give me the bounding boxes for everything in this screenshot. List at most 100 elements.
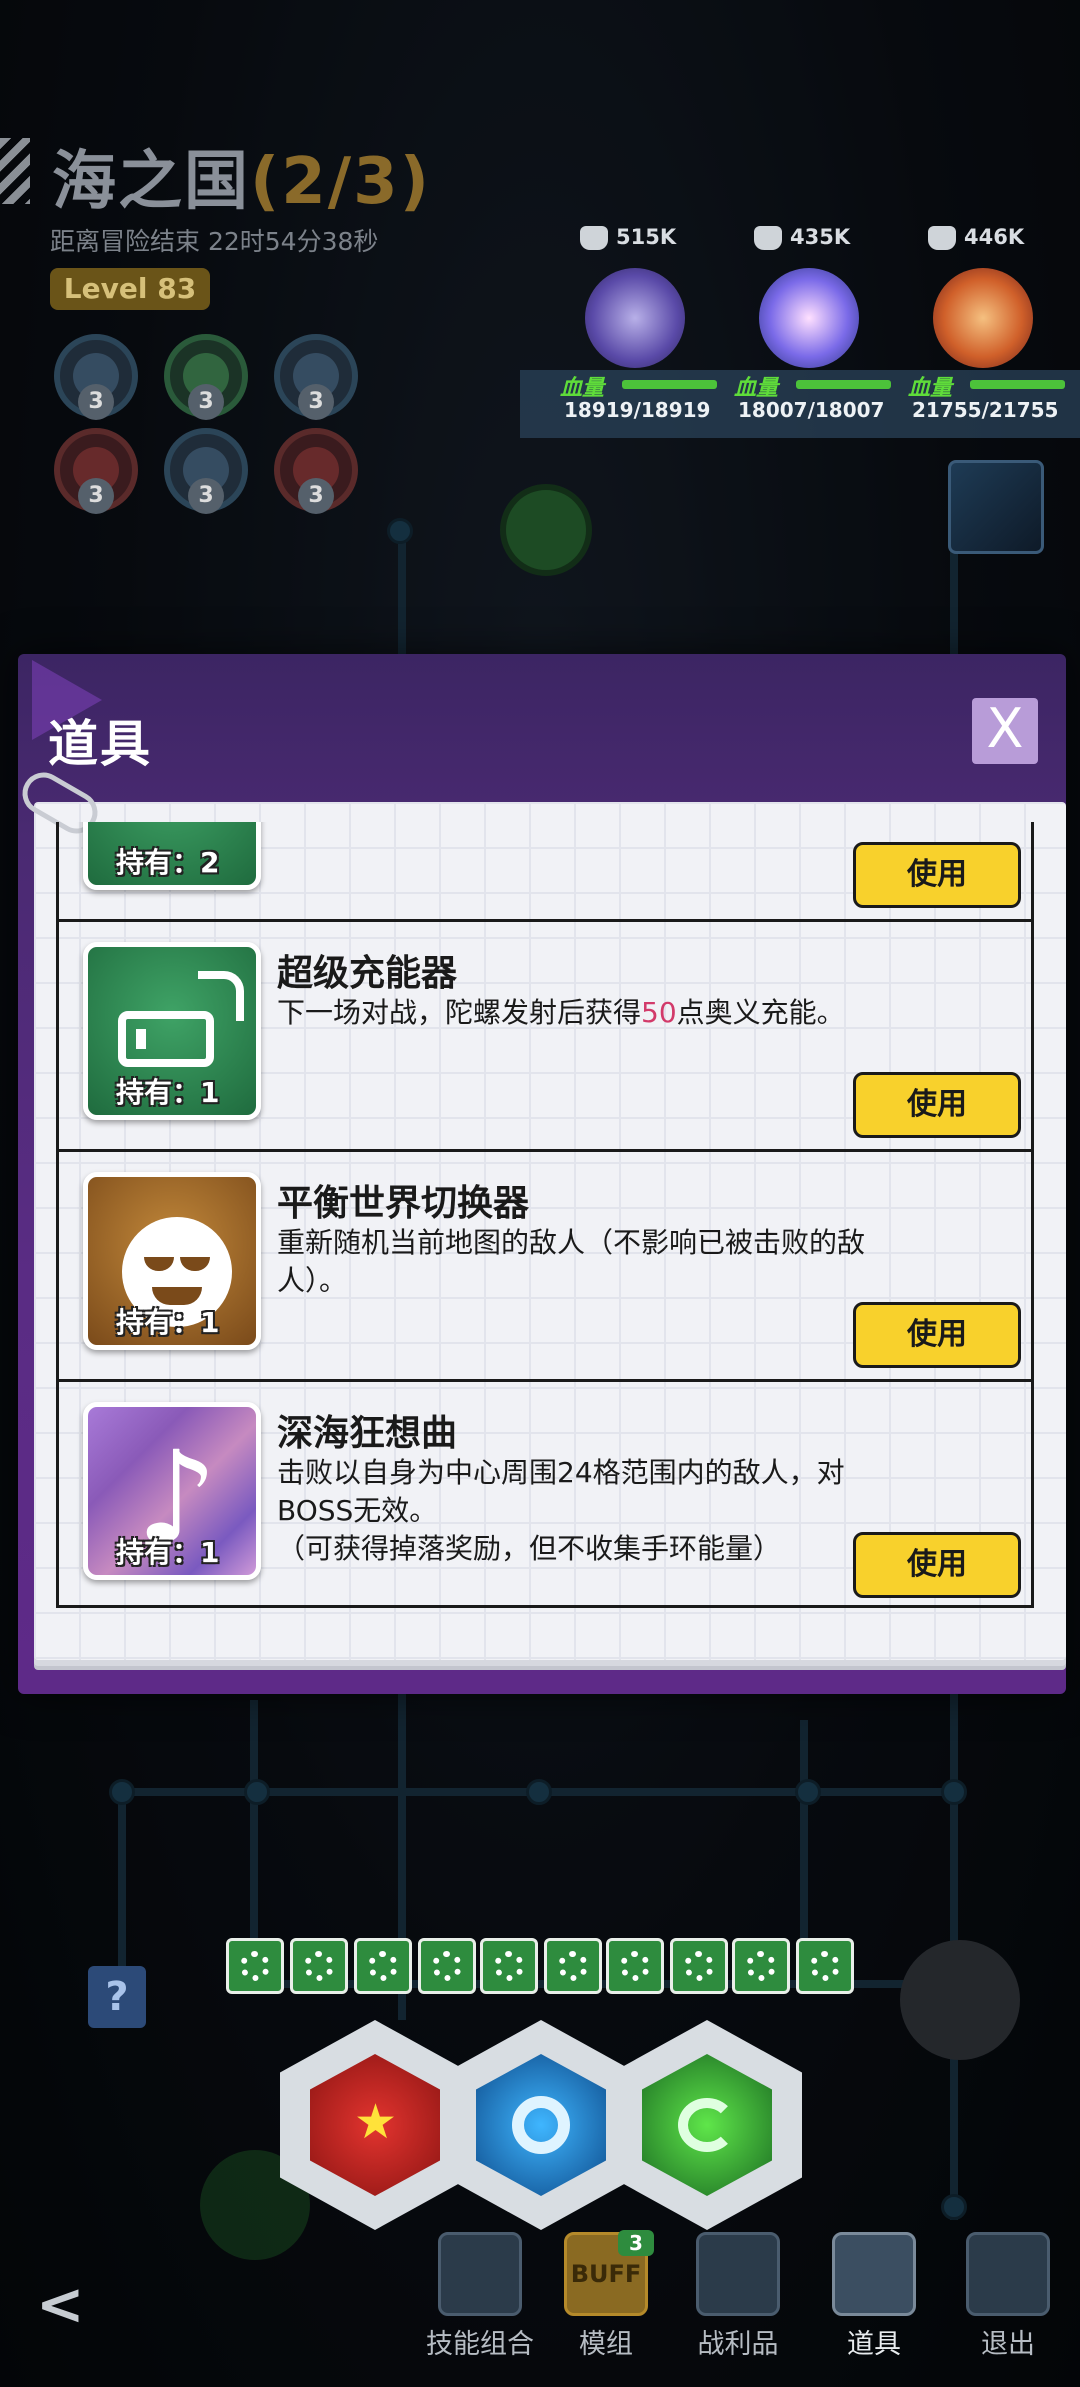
use-button[interactable]: 使用 bbox=[853, 842, 1021, 908]
area-title: 海之国(2/3) bbox=[52, 145, 431, 219]
popup-title: 道具 bbox=[48, 715, 152, 773]
level-badge: Level 83 bbox=[50, 268, 210, 310]
header-stripes bbox=[0, 138, 30, 204]
buff-count: 3 bbox=[298, 478, 334, 514]
power-value: 435K bbox=[754, 222, 850, 252]
buff-count: 3 bbox=[298, 384, 334, 420]
demon-face-icon: 持有：1 bbox=[83, 1172, 261, 1350]
loot-bag-icon bbox=[696, 2232, 780, 2316]
nav-label: 技能组合 bbox=[426, 2329, 534, 2360]
popup-decoration bbox=[18, 654, 1066, 794]
energy-chip bbox=[732, 1938, 790, 1994]
nav-skill-combo[interactable]: 技能组合 bbox=[418, 2232, 542, 2361]
fist-icon bbox=[928, 226, 956, 250]
music-note-icon: ♪ 持有：1 bbox=[83, 1402, 261, 1580]
use-button[interactable]: 使用 bbox=[853, 1302, 1021, 1368]
spinning-top-icon bbox=[933, 268, 1033, 368]
gear-icon bbox=[304, 1951, 334, 1981]
arrow-burst-icon[interactable]: 3 bbox=[54, 428, 138, 514]
power-value: 515K bbox=[580, 222, 676, 252]
help-button[interactable]: ? bbox=[88, 1966, 146, 2028]
power-bank-icon: 持有：1 bbox=[83, 942, 261, 1120]
gear-icon bbox=[684, 1951, 714, 1981]
recycle-icon[interactable]: 3 bbox=[164, 334, 248, 420]
nav-items[interactable]: 道具 bbox=[812, 2232, 936, 2361]
area-progress: (2/3) bbox=[250, 145, 431, 219]
fist-icon bbox=[580, 226, 608, 250]
cluster-icon[interactable]: 3 bbox=[274, 334, 358, 420]
gear-icon bbox=[558, 1951, 588, 1981]
gear-icon bbox=[494, 1951, 524, 1981]
list-item: 持有：1 平衡世界切换器 重新随机当前地图的敌人（不影响已被击败的敌人）。 使用 bbox=[59, 1152, 1031, 1382]
nav-label: 退出 bbox=[981, 2329, 1035, 2360]
energy-chip bbox=[418, 1938, 476, 1994]
nav-label: 战利品 bbox=[697, 2329, 779, 2360]
close-button[interactable]: X bbox=[972, 698, 1038, 764]
list-item: 持有：2 使用 bbox=[59, 822, 1031, 922]
use-button[interactable]: 使用 bbox=[853, 1532, 1021, 1598]
energy-chip bbox=[670, 1938, 728, 1994]
energy-chip bbox=[544, 1938, 602, 1994]
gear-icon bbox=[810, 1951, 840, 1981]
energy-chip bbox=[796, 1938, 854, 1994]
hp-bar bbox=[622, 380, 717, 389]
use-button[interactable]: 使用 bbox=[853, 1072, 1021, 1138]
hp-bar bbox=[970, 380, 1065, 389]
item-name: 深海狂想曲 bbox=[277, 1413, 458, 1454]
power-value: 446K bbox=[928, 222, 1024, 252]
hp-value: 18007/18007 bbox=[738, 398, 885, 422]
owned-count: 持有：1 bbox=[116, 1076, 220, 1109]
buff-count: 3 bbox=[78, 478, 114, 514]
ring-core-icon bbox=[512, 2096, 570, 2154]
owned-count: 持有：1 bbox=[116, 1536, 220, 1569]
energy-chip bbox=[606, 1938, 664, 1994]
nav-loot[interactable]: 战利品 bbox=[676, 2232, 800, 2361]
buff-count: 3 bbox=[188, 478, 224, 514]
gear-icon bbox=[368, 1951, 398, 1981]
hexagon-cluster-icon bbox=[438, 2232, 522, 2316]
item-name: 平衡世界切换器 bbox=[277, 1183, 530, 1224]
gear-icon bbox=[620, 1951, 650, 1981]
buff-count: 3 bbox=[78, 384, 114, 420]
spinning-top-icon bbox=[759, 268, 859, 368]
hp-bar bbox=[796, 380, 891, 389]
energy-chip bbox=[480, 1938, 538, 1994]
items-bag-icon bbox=[832, 2232, 916, 2316]
star-burst-icon: ★ bbox=[354, 2094, 398, 2150]
item-description: 重新随机当前地图的敌人（不影响已被击败的敌人）。 bbox=[277, 1226, 866, 1297]
item-name: 超级充能器 bbox=[277, 953, 458, 994]
energy-chip bbox=[226, 1938, 284, 1994]
energy-chip bbox=[354, 1938, 412, 1994]
item-list[interactable]: 持有：2 使用 持有：1 超级充能器 下一场对战，陀螺发射后获得50点奥义充能。… bbox=[56, 822, 1034, 1608]
owned-count: 持有：1 bbox=[116, 1306, 220, 1339]
back-button[interactable]: < bbox=[36, 2270, 85, 2338]
hp-value: 21755/21755 bbox=[912, 398, 1059, 422]
item-description: 下一场对战，陀螺发射后获得50点奥义充能。 bbox=[277, 996, 845, 1029]
list-item: ♪ 持有：1 深海狂想曲 击败以自身为中心周围24格范围内的敌人，对BOSS无效… bbox=[59, 1382, 1031, 1605]
swirl-icon bbox=[678, 2098, 736, 2152]
item-description: 击败以自身为中心周围24格范围内的敌人，对BOSS无效。 （可获得掉落奖励，但不… bbox=[277, 1456, 845, 1565]
shield-cat-icon[interactable]: 3 bbox=[54, 334, 138, 420]
vortex-icon[interactable]: 3 bbox=[164, 428, 248, 514]
side-card[interactable] bbox=[948, 460, 1044, 554]
nav-exit[interactable]: 退出 bbox=[946, 2232, 1070, 2361]
adventure-countdown: 距离冒险结束 22时54分38秒 bbox=[50, 227, 379, 256]
hp-value: 18919/18919 bbox=[564, 398, 711, 422]
exit-door-icon bbox=[966, 2232, 1050, 2316]
list-item: 持有：1 超级充能器 下一场对战，陀螺发射后获得50点奥义充能。 使用 bbox=[59, 922, 1031, 1152]
nav-label: 道具 bbox=[847, 2329, 901, 2360]
gear-icon bbox=[432, 1951, 462, 1981]
game-screen: 海之国(2/3) 距离冒险结束 22时54分38秒 Level 83 3 3 3… bbox=[0, 0, 1080, 2387]
spinning-top-icon bbox=[585, 268, 685, 368]
fist-icon bbox=[754, 226, 782, 250]
rose-icon[interactable]: 3 bbox=[274, 428, 358, 514]
nav-label: 模组 bbox=[579, 2329, 633, 2360]
gear-icon bbox=[746, 1951, 776, 1981]
items-popup: 道具 X 持有：2 使用 持有：1 超级充能器 下一场对战，陀螺发射后获得50点… bbox=[14, 654, 1066, 1694]
modules-badge: 3 bbox=[618, 2230, 654, 2256]
buff-count: 3 bbox=[188, 384, 224, 420]
items-notebook: 持有：2 使用 持有：1 超级充能器 下一场对战，陀螺发射后获得50点奥义充能。… bbox=[14, 764, 1066, 1660]
gear-icon: 持有：2 bbox=[83, 822, 261, 890]
energy-chip bbox=[290, 1938, 348, 1994]
owned-count: 持有：2 bbox=[116, 846, 220, 879]
